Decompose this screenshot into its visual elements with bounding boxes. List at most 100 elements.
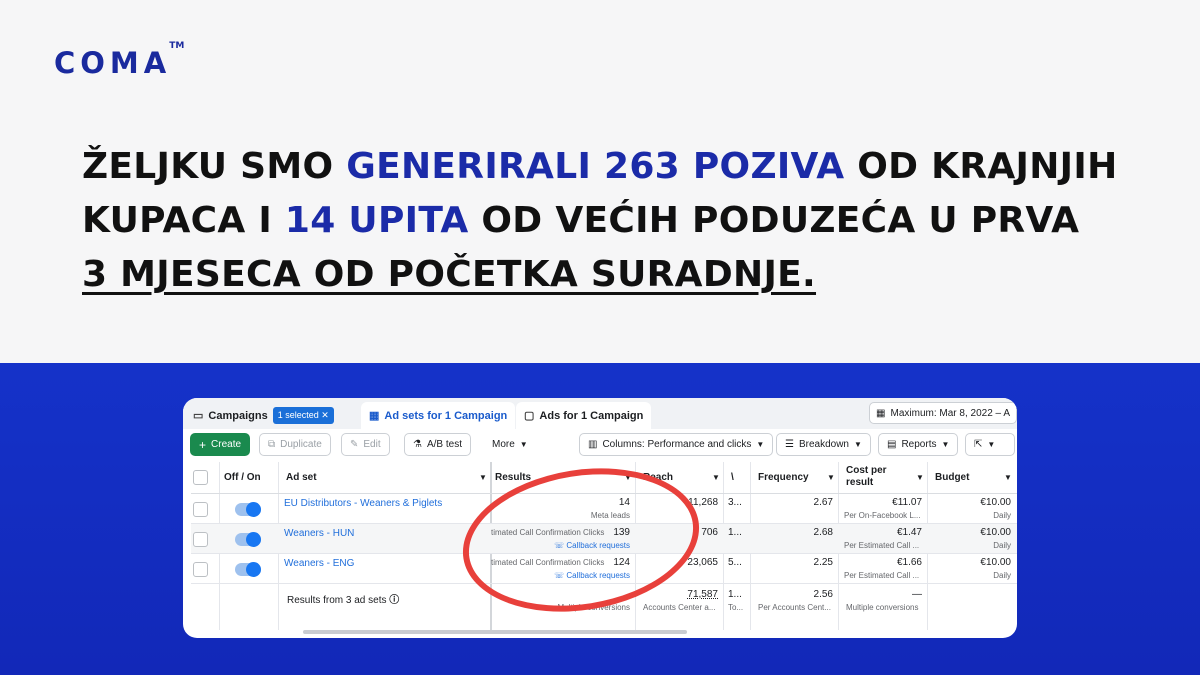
- close-icon[interactable]: ✕: [321, 410, 329, 420]
- reports-icon: ▤: [887, 439, 897, 450]
- tab-campaigns[interactable]: ▭ Campaigns 1 selected ✕: [193, 402, 334, 429]
- calendar-icon: ▦: [876, 407, 886, 419]
- row-toggle[interactable]: [235, 502, 261, 517]
- summary-truncated-type: To...: [728, 603, 744, 612]
- headline-underlined: 3 MJESECA OD POČETKA SURADNJE.: [82, 254, 817, 295]
- breakdown-icon: ☰: [785, 439, 794, 450]
- horizontal-scrollbar[interactable]: [303, 630, 687, 634]
- info-icon[interactable]: ⓘ: [389, 595, 399, 606]
- summary-cost-type: Multiple conversions: [846, 603, 919, 612]
- table-row: Weaners - ENG timated Call Confirmation …: [191, 554, 1017, 584]
- summary-results-type: Multiple conversions: [557, 603, 630, 612]
- header-cost-per-result[interactable]: Cost per result: [846, 465, 887, 489]
- tab-adsets[interactable]: ▦ Ad sets for 1 Campaign: [361, 402, 516, 429]
- result-value: 14: [618, 497, 630, 508]
- select-all-checkbox[interactable]: [193, 470, 208, 485]
- row-toggle[interactable]: [235, 562, 261, 577]
- edit-button[interactable]: ✎ Edit: [341, 433, 390, 456]
- cost-value: €1.47: [896, 527, 922, 538]
- row-checkbox[interactable]: [193, 562, 208, 577]
- sort-caret-icon[interactable]: ▼: [916, 473, 924, 482]
- ab-test-button[interactable]: ⚗ A/B test: [404, 433, 471, 456]
- sort-caret-icon[interactable]: ▼: [624, 473, 632, 482]
- tab-ads[interactable]: ▢ Ads for 1 Campaign: [516, 402, 652, 429]
- row-checkbox[interactable]: [193, 532, 208, 547]
- cost-type: Per On-Facebook L...: [844, 511, 921, 520]
- headline-text-1: ŽELJKU SMO: [82, 146, 347, 187]
- toolbar: + Create ⧉ Duplicate ✎ Edit ⚗ A/B test M…: [183, 429, 1017, 459]
- table-row: EU Distributors - Weaners & Piglets 14 M…: [191, 494, 1017, 524]
- header-off-on[interactable]: Off / On: [224, 472, 261, 483]
- header-budget[interactable]: Budget: [935, 472, 969, 483]
- truncated-value: 1...: [728, 527, 742, 538]
- frequency-value: 2.25: [813, 557, 833, 568]
- summary-reach: 71,587: [687, 589, 718, 600]
- cost-type: Per Estimated Call ...: [844, 541, 920, 550]
- budget-type: Daily: [993, 571, 1011, 580]
- budget-value: €10.00: [980, 497, 1011, 508]
- chevron-down-icon: ▼: [756, 440, 765, 449]
- create-button[interactable]: + Create: [190, 433, 251, 456]
- table-header: Off / On Ad set ▼ Results ▼ Reach ▼ \ Fr…: [191, 462, 1017, 494]
- selected-badge[interactable]: 1 selected ✕: [272, 407, 334, 424]
- hero-section: COMATM ŽELJKU SMO GENERIRALI 263 POZIVA …: [0, 0, 1200, 363]
- phone-icon: ☏: [554, 571, 565, 580]
- adset-name-link[interactable]: Weaners - HUN: [284, 528, 354, 539]
- sort-caret-icon[interactable]: ▼: [827, 473, 835, 482]
- summary-frequency: 2.56: [813, 589, 833, 600]
- sort-caret-icon[interactable]: ▼: [1004, 473, 1012, 482]
- header-results[interactable]: Results: [495, 472, 531, 483]
- export-button[interactable]: ⇱ ▼: [965, 433, 1015, 456]
- reports-button[interactable]: ▤ Reports ▼: [878, 433, 959, 456]
- breakdown-button[interactable]: ☰ Breakdown ▼: [776, 433, 871, 456]
- copy-icon: ⧉: [268, 439, 276, 450]
- header-truncated[interactable]: \: [731, 472, 734, 483]
- duplicate-button[interactable]: ⧉ Duplicate: [259, 433, 331, 456]
- columns-icon: ▥: [588, 439, 598, 450]
- result-label: timated Call Confirmation Clicks: [491, 528, 605, 537]
- chevron-down-icon: ▼: [519, 440, 528, 449]
- adset-name-link[interactable]: EU Distributors - Weaners & Piglets: [284, 498, 442, 509]
- header-reach[interactable]: Reach: [643, 472, 673, 483]
- truncated-value: 3...: [728, 497, 742, 508]
- summary-label: Results from 3 ad sets ⓘ: [287, 595, 400, 606]
- chevron-down-icon: ▼: [987, 440, 996, 449]
- headline-highlight-inquiries: 14 UPITA: [284, 200, 469, 241]
- result-type: ☏ Callback requests: [554, 541, 630, 550]
- reach-value: 706: [701, 527, 718, 538]
- header-adset[interactable]: Ad set: [286, 472, 317, 483]
- coma-logo: COMATM: [54, 41, 185, 80]
- sort-caret-icon[interactable]: ▼: [479, 473, 487, 482]
- adset-name-link[interactable]: Weaners - ENG: [284, 558, 354, 569]
- summary-frequency-type: Per Accounts Cent...: [758, 603, 831, 612]
- row-checkbox[interactable]: [193, 502, 208, 517]
- budget-type: Daily: [993, 511, 1011, 520]
- header-frequency[interactable]: Frequency: [758, 472, 809, 483]
- flask-icon: ⚗: [413, 439, 422, 450]
- columns-button[interactable]: ▥ Columns: Performance and clicks ▼: [579, 433, 774, 456]
- ads-manager-screenshot: ▭ Campaigns 1 selected ✕ ▦ Ad sets for 1…: [183, 398, 1017, 638]
- result-value: 139: [613, 527, 630, 538]
- chevron-down-icon: ▼: [854, 440, 862, 449]
- row-toggle[interactable]: [235, 532, 261, 547]
- date-range-picker[interactable]: ▦ Maximum: Mar 8, 2022 – A: [869, 402, 1017, 424]
- reach-value: 23,065: [687, 557, 718, 568]
- folder-icon: ▭: [193, 410, 204, 422]
- adsets-table: Off / On Ad set ▼ Results ▼ Reach ▼ \ Fr…: [191, 462, 1017, 630]
- frequency-value: 2.68: [813, 527, 833, 538]
- headline: ŽELJKU SMO GENERIRALI 263 POZIVA OD KRAJ…: [82, 140, 1162, 302]
- reach-value: 11,268: [688, 497, 718, 508]
- cost-type: Per Estimated Call ...: [844, 571, 920, 580]
- result-type: ☏ Callback requests: [554, 571, 630, 580]
- sort-caret-icon[interactable]: ▼: [712, 473, 720, 482]
- grid-icon: ▦: [369, 410, 380, 422]
- summary-truncated: 1...: [728, 589, 742, 600]
- result-value: 124: [613, 557, 630, 568]
- cost-value: €11.07: [892, 497, 922, 508]
- result-type: Meta leads: [590, 511, 630, 520]
- more-button[interactable]: More ▼: [483, 433, 537, 456]
- chevron-down-icon: ▼: [941, 440, 950, 449]
- result-label: timated Call Confirmation Clicks: [491, 558, 605, 567]
- truncated-value: 5...: [728, 557, 742, 568]
- budget-value: €10.00: [980, 527, 1011, 538]
